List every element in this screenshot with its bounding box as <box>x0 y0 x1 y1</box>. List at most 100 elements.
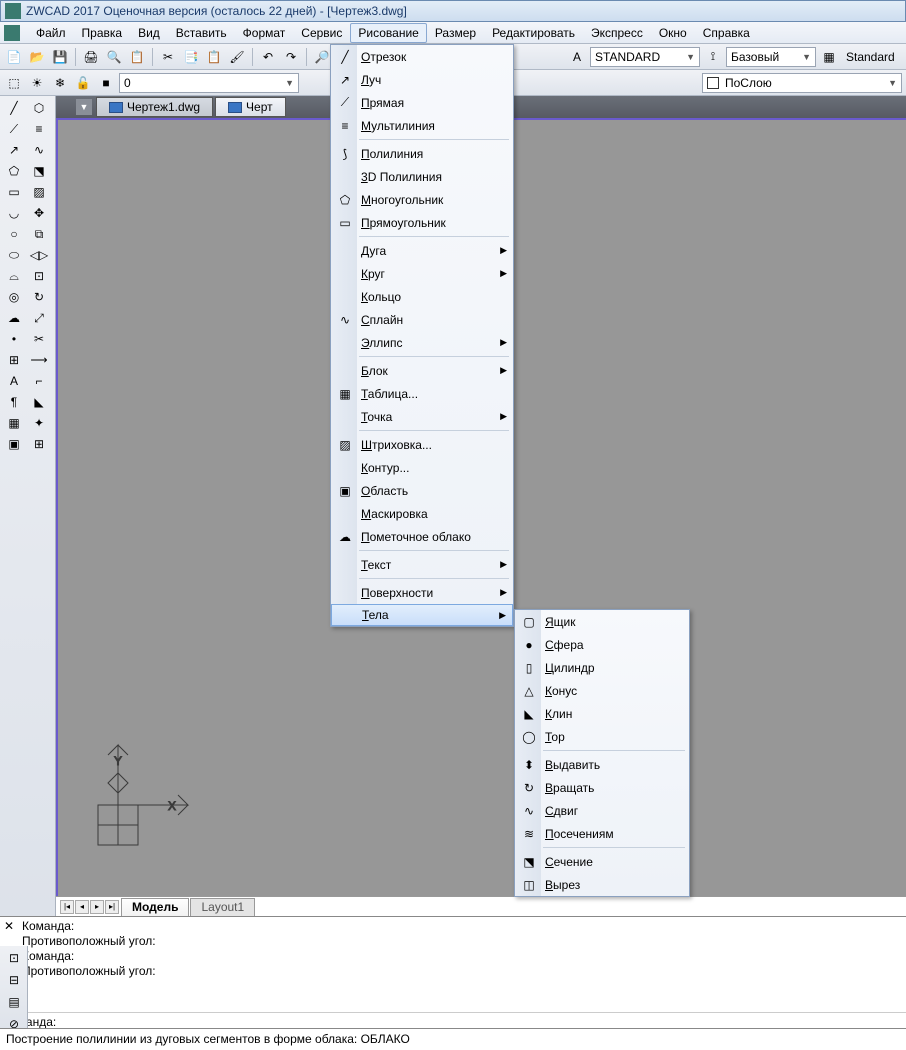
tablestyle-button[interactable]: ▦ <box>819 47 839 67</box>
trim-tool[interactable]: ✂ <box>27 329 51 349</box>
dimstyle-combo[interactable]: Базовый▼ <box>726 47 816 67</box>
layer-lock-icon[interactable]: 🔓 <box>73 73 93 93</box>
first-tab-button[interactable]: |◂ <box>60 900 74 914</box>
ungroup-tool[interactable]: ⊟ <box>2 970 26 990</box>
menu-item[interactable]: ▨Штриховка... <box>331 433 513 456</box>
model-tab[interactable]: Модель <box>121 898 189 916</box>
copy-tool[interactable]: ⧉ <box>27 224 51 244</box>
menu-item[interactable]: ⬔Сечение <box>515 850 689 873</box>
menu-размер[interactable]: Размер <box>427 23 484 43</box>
prev-tab-button[interactable]: ◂ <box>75 900 89 914</box>
polyline-tool[interactable]: ⬡ <box>27 98 51 118</box>
menu-item[interactable]: ╱Отрезок <box>331 45 513 68</box>
mirror-tool[interactable]: ◁▷ <box>27 245 51 265</box>
polygon-tool[interactable]: ⬠ <box>2 161 26 181</box>
menu-item[interactable]: Контур... <box>331 456 513 479</box>
menu-item[interactable]: ◫Вырез <box>515 873 689 896</box>
menu-item[interactable]: Круг▶ <box>331 262 513 285</box>
block-tool[interactable]: ⊞ <box>2 350 26 370</box>
menu-item[interactable]: ◣Клин <box>515 702 689 725</box>
menu-item[interactable]: ▦Таблица... <box>331 382 513 405</box>
menu-item[interactable]: ▯Цилиндр <box>515 656 689 679</box>
extend-tool[interactable]: ⟶ <box>27 350 51 370</box>
array-tool[interactable]: ⊞ <box>27 434 51 454</box>
save-button[interactable]: 💾 <box>50 47 70 67</box>
menu-файл[interactable]: Файл <box>28 23 74 43</box>
menu-item[interactable]: ◯Тор <box>515 725 689 748</box>
print-preview-button[interactable]: 🔍 <box>104 47 124 67</box>
file-tab[interactable]: Черт <box>215 97 286 117</box>
menu-item[interactable]: ∿Сдвиг <box>515 799 689 822</box>
hatch-tool[interactable]: ▨ <box>27 182 51 202</box>
file-tab[interactable]: Чертеж1.dwg <box>96 97 213 117</box>
region-tool[interactable]: ▣ <box>2 434 26 454</box>
table-tool[interactable]: ▦ <box>2 413 26 433</box>
circle-tool[interactable]: ○ <box>2 224 26 244</box>
menu-формат[interactable]: Формат <box>235 23 294 43</box>
menu-вид[interactable]: Вид <box>130 23 168 43</box>
menu-item[interactable]: Блок▶ <box>331 359 513 382</box>
textstyle-combo[interactable]: STANDARD▼ <box>590 47 700 67</box>
align-tool[interactable]: ▤ <box>2 992 26 1012</box>
menu-item[interactable]: Маскировка <box>331 502 513 525</box>
color-combo[interactable]: ПоСлою▼ <box>702 73 902 93</box>
text-tool[interactable]: A <box>2 371 26 391</box>
group-tool[interactable]: ⊡ <box>2 948 26 968</box>
menu-экспресс[interactable]: Экспресс <box>583 23 651 43</box>
menu-item[interactable]: Поверхности▶ <box>331 581 513 604</box>
layout-tab[interactable]: Layout1 <box>190 898 255 916</box>
layer-color-icon[interactable]: ■ <box>96 73 116 93</box>
print-button[interactable]: 🖨 <box>81 47 101 67</box>
menu-item[interactable]: Эллипс▶ <box>331 331 513 354</box>
undo-button[interactable]: ↶ <box>258 47 278 67</box>
xline-tool[interactable]: ⟋ <box>2 119 26 139</box>
explode-tool[interactable]: ✦ <box>27 413 51 433</box>
layer-freeze-icon[interactable]: ❄ <box>50 73 70 93</box>
menu-item[interactable]: ≋Посечениям <box>515 822 689 845</box>
new-button[interactable]: 📄 <box>4 47 24 67</box>
ellipse-arc-tool[interactable]: ⌓ <box>2 266 26 286</box>
arc-tool[interactable]: ◡ <box>2 203 26 223</box>
tablestyle-combo[interactable]: Standard <box>842 47 902 67</box>
layer-combo[interactable]: 0▼ <box>119 73 299 93</box>
plot-button[interactable]: 📋 <box>127 47 147 67</box>
menu-item[interactable]: ∿Сплайн <box>331 308 513 331</box>
spline-tool[interactable]: ∿ <box>27 140 51 160</box>
zoom-button[interactable]: 🔎 <box>312 47 332 67</box>
open-button[interactable]: 📂 <box>27 47 47 67</box>
app-icon-small[interactable] <box>4 25 20 41</box>
menu-item[interactable]: ⬍Выдавить <box>515 753 689 776</box>
point-tool[interactable]: • <box>2 329 26 349</box>
fillet-tool[interactable]: ⌐ <box>27 371 51 391</box>
match-button[interactable]: 🖌 <box>227 47 247 67</box>
pline-tool[interactable]: ⬔ <box>27 161 51 181</box>
menu-item[interactable]: ▭Прямоугольник <box>331 211 513 234</box>
rotate-tool[interactable]: ↻ <box>27 287 51 307</box>
menu-окно[interactable]: Окно <box>651 23 695 43</box>
chamfer-tool[interactable]: ◣ <box>27 392 51 412</box>
next-tab-button[interactable]: ▸ <box>90 900 104 914</box>
menu-item[interactable]: ⟋Прямая <box>331 91 513 114</box>
last-tab-button[interactable]: ▸| <box>105 900 119 914</box>
menu-item[interactable]: Дуга▶ <box>331 239 513 262</box>
dimstyle-button[interactable]: ⟟ <box>703 47 723 67</box>
donut-tool[interactable]: ◎ <box>2 287 26 307</box>
cloud-tool[interactable]: ☁ <box>2 308 26 328</box>
rect-tool[interactable]: ▭ <box>2 182 26 202</box>
menu-редактировать[interactable]: Редактировать <box>484 23 583 43</box>
move-tool[interactable]: ✥ <box>27 203 51 223</box>
menu-item[interactable]: 3D Полилиния <box>331 165 513 188</box>
offset-tool[interactable]: ⊡ <box>27 266 51 286</box>
menu-item[interactable]: Текст▶ <box>331 553 513 576</box>
line-tool[interactable]: ╱ <box>2 98 26 118</box>
menu-справка[interactable]: Справка <box>695 23 758 43</box>
menu-item[interactable]: ⬠Многоугольник <box>331 188 513 211</box>
menu-item[interactable]: Точка▶ <box>331 405 513 428</box>
menu-item[interactable]: ▢Ящик <box>515 610 689 633</box>
redo-button[interactable]: ↷ <box>281 47 301 67</box>
menu-item[interactable]: ▣Область <box>331 479 513 502</box>
layer-state-button[interactable]: ⬚ <box>4 73 24 93</box>
ray-tool[interactable]: ↗ <box>2 140 26 160</box>
menu-рисование[interactable]: Рисование <box>350 23 426 43</box>
cut-button[interactable]: ✂ <box>158 47 178 67</box>
